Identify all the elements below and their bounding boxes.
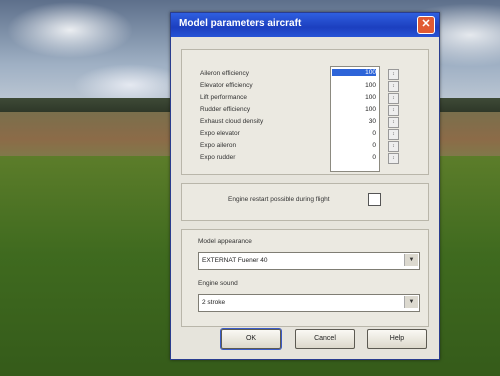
param-label-aileron-efficiency: Aileron efficiency (200, 70, 250, 77)
model-appearance-label: Model appearance (198, 238, 252, 245)
spin-button[interactable]: ↕ (388, 81, 399, 92)
param-label-lift-performance: Lift performance (200, 94, 247, 101)
spin-button[interactable]: ↕ (388, 153, 399, 164)
restart-group: Engine restart possible during flight (181, 183, 429, 221)
param-label-expo-rudder: Expo rudder (200, 154, 236, 161)
engine-sound-select[interactable]: 2 stroke ▼ (198, 294, 420, 312)
param-value-expo-rudder[interactable]: 0 (332, 154, 376, 161)
spin-button[interactable]: ↕ (388, 141, 399, 152)
restart-checkbox[interactable] (368, 193, 381, 206)
model-appearance-select[interactable]: EXTERNAT Fuener 40 ▼ (198, 252, 420, 270)
cancel-button[interactable]: Cancel (295, 329, 355, 349)
engine-sound-value: 2 stroke (202, 299, 226, 306)
param-value-elevator-efficiency[interactable]: 100 (332, 82, 376, 89)
parameters-group: Aileron efficiency 100 ↕ Elevator effici… (181, 49, 429, 175)
spin-button[interactable]: ↕ (388, 93, 399, 104)
param-value-expo-elevator[interactable]: 0 (332, 130, 376, 137)
spin-button[interactable]: ↕ (388, 105, 399, 116)
spin-button[interactable]: ↕ (388, 69, 399, 80)
param-label-rudder-efficiency: Rudder efficiency (200, 106, 251, 113)
ok-button[interactable]: OK (221, 329, 281, 349)
param-value-lift-performance[interactable]: 100 (332, 94, 376, 101)
param-label-elevator-efficiency: Elevator efficiency (200, 82, 253, 89)
model-appearance-value: EXTERNAT Fuener 40 (202, 257, 268, 264)
chevron-down-icon[interactable]: ▼ (404, 254, 418, 266)
help-button[interactable]: Help (367, 329, 427, 349)
chevron-down-icon[interactable]: ▼ (404, 296, 418, 308)
param-label-exhaust-cloud-density: Exhaust cloud density (200, 118, 264, 125)
param-value-aileron-efficiency[interactable]: 100 (332, 69, 376, 76)
param-value-rudder-efficiency[interactable]: 100 (332, 106, 376, 113)
param-value-expo-aileron[interactable]: 0 (332, 142, 376, 149)
engine-sound-label: Engine sound (198, 280, 238, 287)
model-group: Model appearance EXTERNAT Fuener 40 ▼ En… (181, 229, 429, 327)
title-bar[interactable]: Model parameters aircraft ✕ (171, 13, 439, 37)
param-label-expo-aileron: Expo aileron (200, 142, 237, 149)
spin-button[interactable]: ↕ (388, 117, 399, 128)
param-label-expo-elevator: Expo elevator (200, 130, 240, 137)
param-value-exhaust-cloud-density[interactable]: 30 (332, 118, 376, 125)
close-button[interactable]: ✕ (417, 16, 435, 34)
restart-label: Engine restart possible during flight (228, 196, 330, 203)
close-icon: ✕ (421, 18, 431, 30)
model-parameters-dialog: Model parameters aircraft ✕ Aileron effi… (170, 12, 440, 360)
spin-button[interactable]: ↕ (388, 129, 399, 140)
dialog-title: Model parameters aircraft (179, 18, 302, 29)
